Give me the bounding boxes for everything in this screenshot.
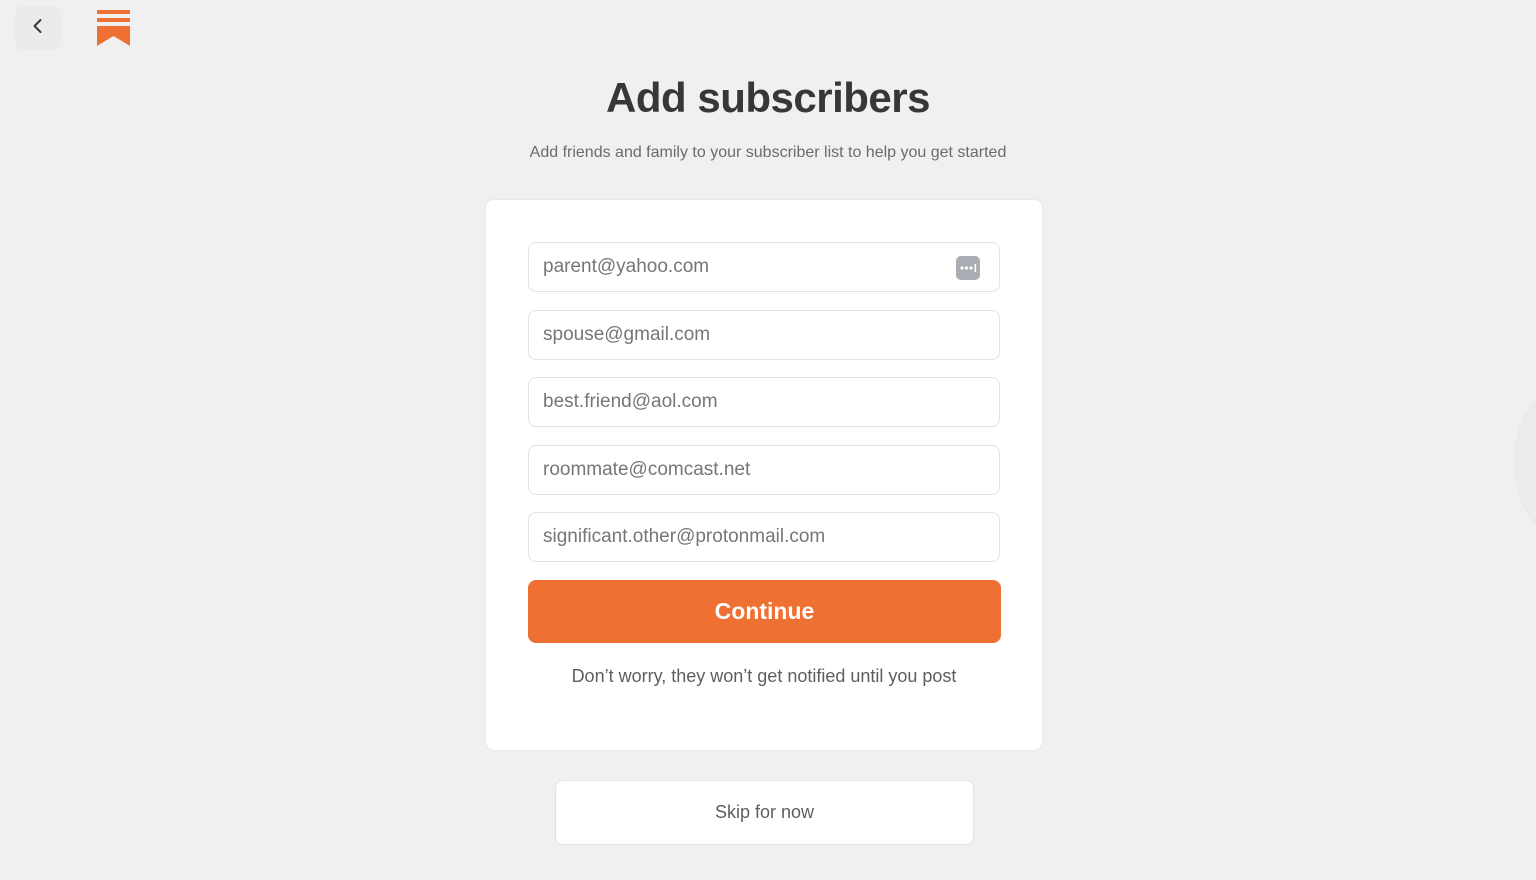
email-field-5[interactable] <box>528 512 1000 562</box>
chevron-left-icon <box>31 18 45 39</box>
reassurance-note: Don’t worry, they won’t get notified unt… <box>571 666 957 686</box>
page-title: Add subscribers <box>606 74 930 121</box>
email-field-3[interactable] <box>528 377 1000 427</box>
email-field-4[interactable] <box>528 445 1000 495</box>
add-subscribers-card: Continue Don’t worry, they won’t get not… <box>486 200 1042 750</box>
page-subtitle: Add friends and family to your subscribe… <box>529 144 1007 161</box>
skip-for-now-button[interactable]: Skip for now <box>555 780 974 845</box>
password-manager-icon[interactable] <box>956 256 980 280</box>
email-field-2[interactable] <box>528 310 1000 360</box>
continue-button[interactable]: Continue <box>528 580 1001 643</box>
edge-decoration <box>1516 392 1536 532</box>
back-button[interactable] <box>15 6 61 50</box>
email-field-1[interactable] <box>528 242 1000 292</box>
bookmark-stack-logo[interactable] <box>97 10 130 46</box>
